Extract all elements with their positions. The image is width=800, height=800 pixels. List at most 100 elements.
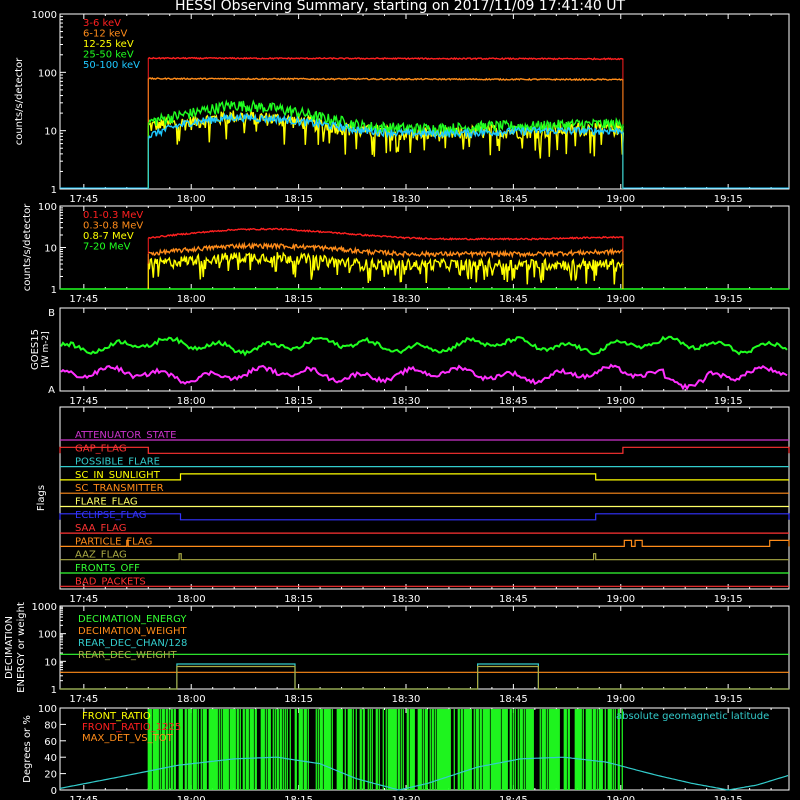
panel-5-legend-label: REAR_DEC_CHAN/128 [78,638,187,649]
panel-6-y-tick-label: 20 [44,770,57,781]
panel-4-flag-label: ATTENUATOR_STATE [75,430,176,441]
panel-2-legend-label: 0.8-7 MeV [83,231,134,242]
panel-6-legend-label: absolute geomagnetic latitude [616,711,769,722]
panel-2-x-tick-label: 18:00 [177,294,206,305]
panel-6-x-tick-label: 18:30 [392,795,421,800]
panel-1-series-line [147,56,624,61]
panel-3-y-tick-label: A [48,385,55,396]
panel-4-x-tick-label: 18:15 [284,594,313,605]
panel-2-y-tick-label: 10 [44,244,57,255]
panel-4-flag-label: AAZ_FLAG [75,550,127,561]
panel-6-legend-label: FRONT_RATIO_1225 [82,722,181,733]
panel-2-y-tick-label: 1 [51,285,57,296]
panel-1-x-tick-label: 18:15 [284,194,313,205]
panel-3-x-tick-label: 17:45 [69,396,98,407]
panel-4-flag-line [60,473,789,481]
panel-2-series-line [148,241,624,259]
panel-4-flag-line [59,513,790,521]
panel-5-x-tick-label: 19:00 [606,694,635,705]
panel-6-x-tick-label: 17:45 [69,795,98,800]
panel-5-legend-label: REAR_DEC_WEIGHT [78,650,177,661]
panel-3-series-line [60,363,788,391]
panel-5-x-tick-label: 18:00 [177,694,206,705]
panel-4-flag-label: ECLIPSE_FLAG [75,510,146,521]
panel-4-y-axis-label: Flags [36,485,47,511]
panel-6-y-tick-label: 80 [44,720,57,731]
panel-4-flag-label: FLARE_FLAG [75,497,138,508]
panel-1-x-tick-label: 18:45 [499,194,528,205]
panel-6-y-tick-label: 0 [51,786,57,797]
panel-5-y-tick-label: 1 [51,685,57,696]
panel-2-x-tick-label: 18:45 [499,294,528,305]
panel-5-y-tick-label: 1000 [32,602,57,613]
panel-2-legend-label: 0.1-0.3 MeV [83,210,143,221]
panel-4-flag-label: PARTICLE_FLAG [75,536,152,547]
panel-6-x-tick-label: 18:45 [499,795,528,800]
panel-4-flag-label: SC_TRANSMITTER [75,483,164,494]
panel-6-legend-label: MAX_DET_VS_TOT [82,733,174,744]
panel-1-legend-label: 25-50 keV [83,50,134,61]
panel-1-x-tick-label: 19:15 [714,194,743,205]
panel-1-legend-label: 12-25 keV [83,39,134,50]
panel-2-x-tick-label: 19:00 [606,294,635,305]
panel-5-y-tick-label: 10 [44,657,57,668]
panel-1-series-line [147,77,624,82]
panel-2-x-tick-label: 17:45 [69,294,98,305]
panel-4-flag-label: BAD_PACKETS [75,576,146,587]
panel-4-flag-label: SAA_FLAG [75,523,126,534]
panel-1-series-line [148,110,624,159]
panel-3-series-line [60,335,788,357]
panel-1-y-tick-label: 10 [44,127,57,138]
panel-3-y-tick-label: B [48,308,55,319]
panel-5-legend-label: DECIMATION_WEIGHT [78,626,187,637]
panel-1-y-axis-label: counts/s/detector [14,57,25,145]
panel-3-x-tick-label: 18:30 [392,396,421,407]
panel-6-y-tick-label: 40 [44,753,57,764]
panel-1-x-tick-label: 18:30 [392,194,421,205]
panel-4-flag-label: GAP_FLAG [75,443,127,454]
observing-summary-figure: 17:45 18:00 18:15 18:30 18:45 19:00 19:1511010… [4,10,790,800]
panel-5-y-axis-label: DECIMATION [4,616,15,679]
panel-1-x-tick-label: 18:00 [177,194,206,205]
panel-3-x-tick-label: 19:00 [606,396,635,407]
panel-3-y-unit-label: [W m-2] [41,331,51,368]
panel-2-legend-label: 7-20 MeV [83,242,131,253]
panel-4-flag-line [60,553,789,561]
panel-6-x-tick-label: 18:15 [284,795,313,800]
panel-5-x-tick-label: 17:45 [69,694,98,705]
panel-4-flag-label: SC_IN_SUNLIGHT [75,470,161,481]
panel-1-y-tick-label: 100 [38,68,57,79]
panel-4-x-tick-label: 19:15 [714,594,743,605]
panel-5-x-tick-label: 19:15 [714,694,743,705]
panel-4-flag-line [60,539,790,547]
panel-1-x-tick-label: 17:45 [69,194,98,205]
panel-2-x-tick-label: 18:15 [284,294,313,305]
panel-1-frame [59,13,790,190]
panel-6-y-tick-label: 60 [44,737,57,748]
panel-2-frame [59,205,790,290]
panel-2-series-line [147,251,624,285]
panel-6-y-axis-label: Degrees or % [22,715,33,783]
panel-5-series-line [60,663,789,690]
panel-3-frame [59,307,790,392]
panel-1-x-tick-label: 19:00 [606,194,635,205]
panel-4-x-tick-label: 17:45 [69,594,98,605]
panel-5-legend-label: DECIMATION_ENERGY [78,614,187,625]
panel-1-y-tick-label: 1 [51,185,57,196]
panel-2-series-line [148,227,624,241]
panel-1-y-tick-label: 1000 [32,10,57,21]
panel-2-legend-label: 0.3-0.8 MeV [83,221,143,232]
panel-5-y-axis-label: ENERGY or weight [16,602,27,693]
panel-3-x-tick-label: 18:45 [499,396,528,407]
panel-6-x-tick-label: 19:00 [606,795,635,800]
panel-1-legend-label: 50-100 keV [83,60,140,71]
panel-4-x-tick-label: 18:45 [499,594,528,605]
panel-5-x-tick-label: 18:45 [499,694,528,705]
panel-2-x-tick-label: 18:30 [392,294,421,305]
panel-1-legend-label: 6-12 keV [83,29,127,40]
panel-4-x-tick-label: 18:30 [392,594,421,605]
panel-6-x-tick-label: 19:15 [714,795,743,800]
panel-5-series-line [60,665,789,690]
panel-4-x-tick-label: 18:00 [177,594,206,605]
panel-5-x-tick-label: 18:15 [284,694,313,705]
